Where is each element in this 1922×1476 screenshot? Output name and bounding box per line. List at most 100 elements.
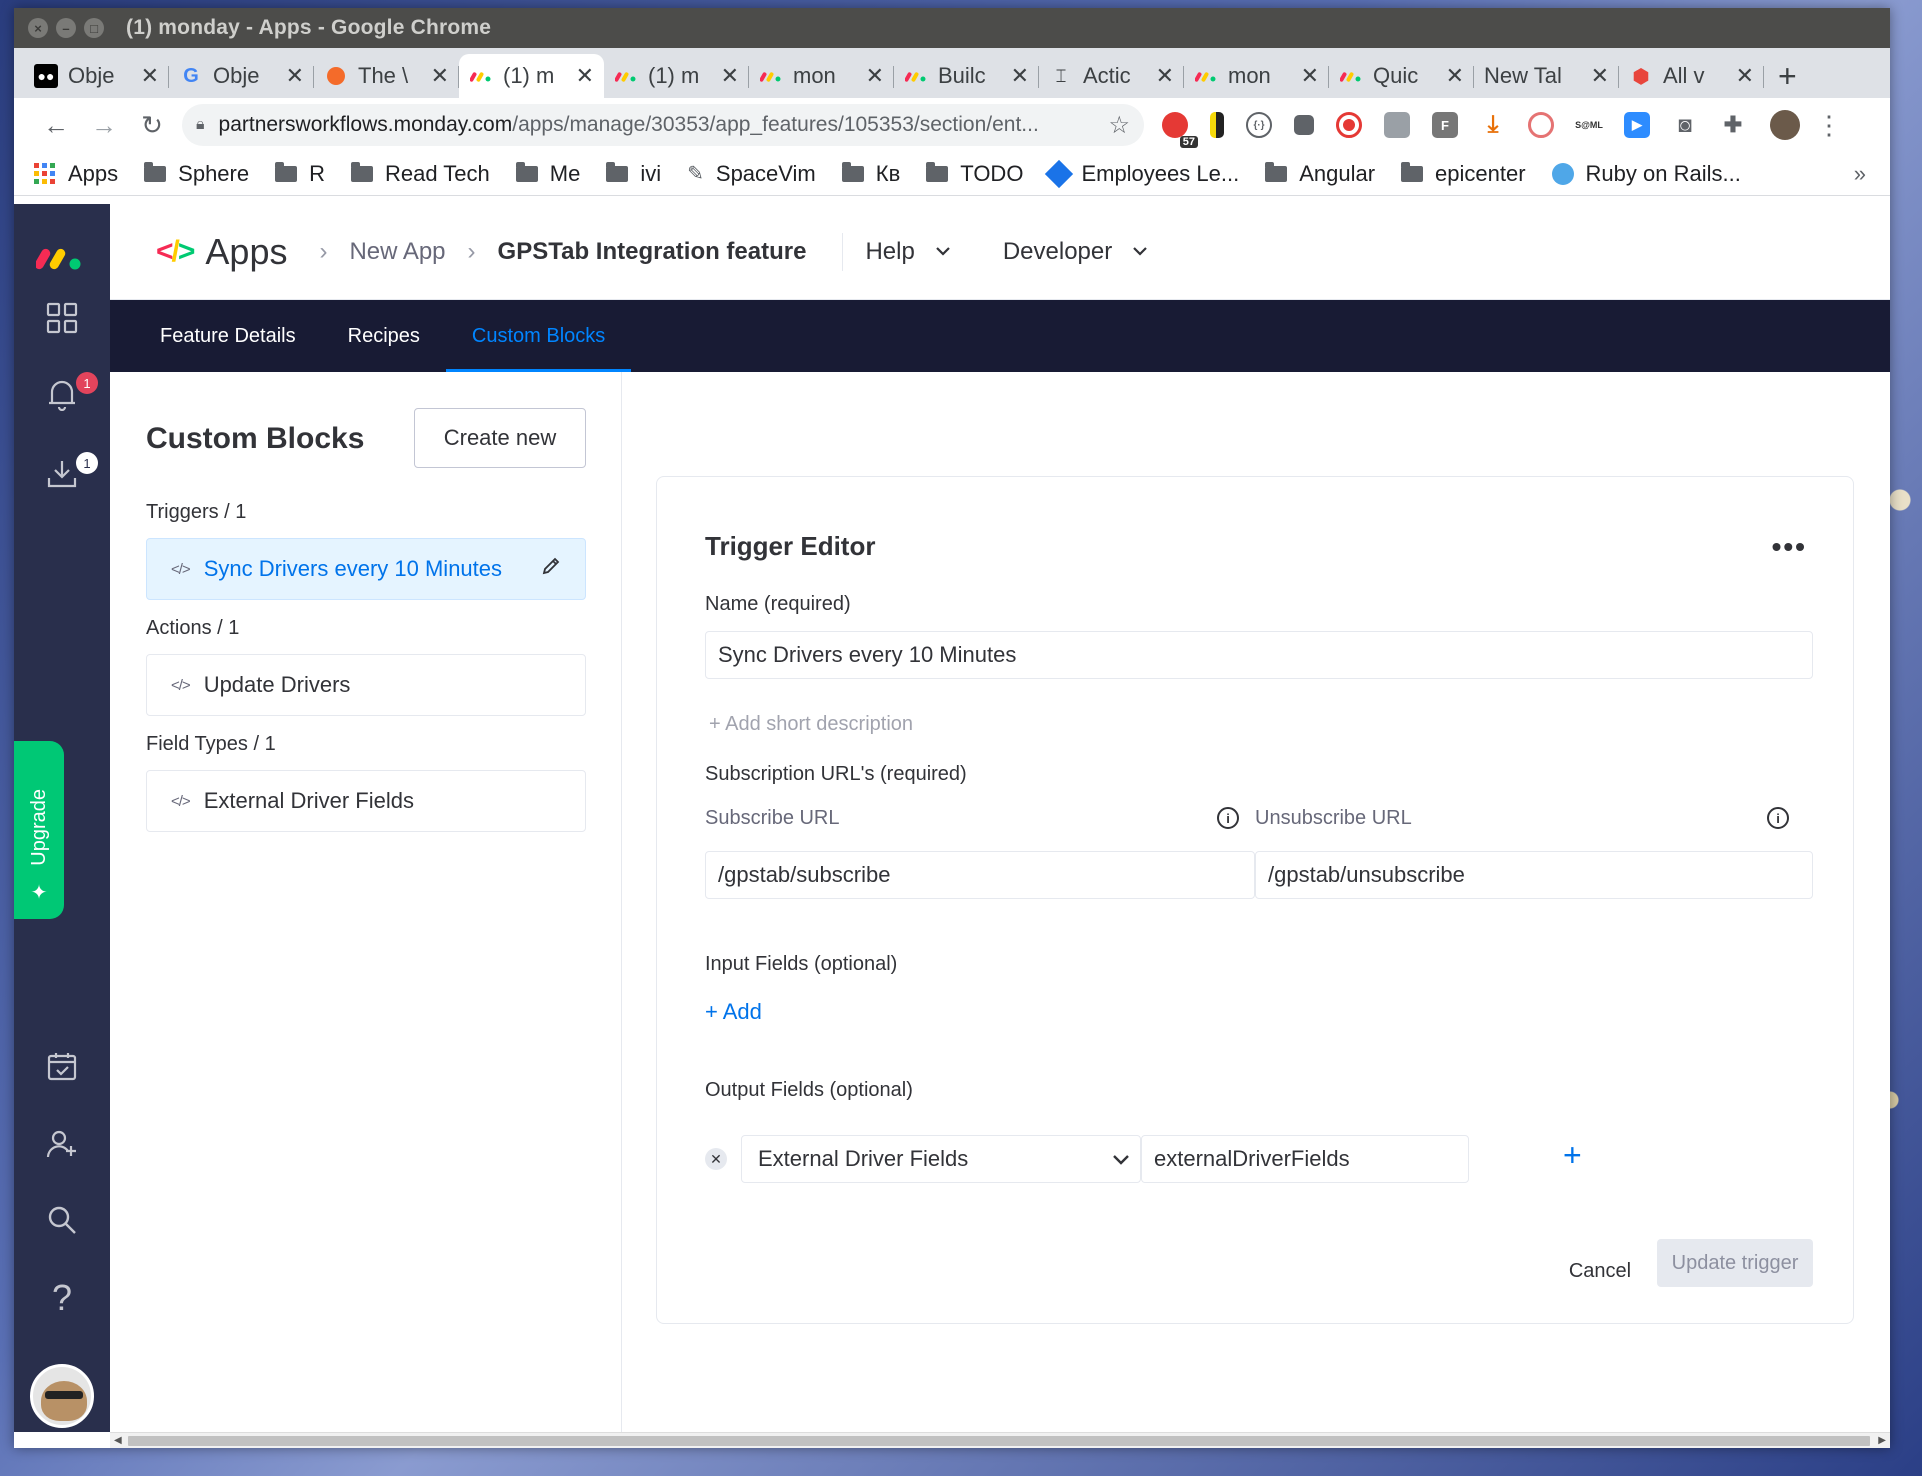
extension-target-icon[interactable] [1528, 112, 1554, 138]
close-tab-icon[interactable]: ✕ [141, 63, 159, 89]
info-icon[interactable]: i [1217, 807, 1239, 829]
output-field-type-dropdown[interactable]: External Driver Fields [741, 1135, 1141, 1183]
browser-tab[interactable]: The \ ✕ [314, 54, 459, 98]
bookmark-folder[interactable]: ivi [606, 161, 661, 187]
extension-seml-icon[interactable]: S@ML [1575, 112, 1603, 138]
scroll-right-icon[interactable]: ▶ [1878, 1433, 1886, 1448]
close-tab-icon[interactable]: ✕ [1011, 63, 1029, 89]
close-tab-icon[interactable]: ✕ [576, 63, 594, 89]
browser-tab[interactable]: ⌶ Actic ✕ [1039, 54, 1184, 98]
bookmark-ruby[interactable]: Ruby on Rails... [1551, 161, 1741, 187]
close-tab-icon[interactable]: ✕ [866, 63, 884, 89]
extension-camera-icon[interactable]: ◙ [1672, 112, 1698, 138]
action-item[interactable]: </> Update Drivers [146, 654, 586, 716]
close-tab-icon[interactable]: ✕ [431, 63, 449, 89]
close-tab-icon[interactable]: ✕ [1736, 63, 1754, 89]
pencil-edit-icon[interactable] [541, 556, 561, 582]
extension-braces-icon[interactable]: {·} [1246, 112, 1272, 138]
help-question-icon[interactable]: ? [42, 1277, 82, 1318]
bookmark-spacevim[interactable]: ✎ SpaceVim [687, 161, 816, 187]
bookmark-folder[interactable]: epicenter [1401, 161, 1526, 187]
bookmark-folder[interactable]: Read Tech [351, 161, 490, 187]
extension-zoom-icon[interactable]: ▶ [1624, 112, 1650, 138]
bookmark-folder[interactable]: TODO [926, 161, 1023, 187]
more-bookmarks-icon[interactable]: » [1854, 161, 1866, 187]
add-input-field-link[interactable]: + Add [705, 999, 762, 1025]
close-tab-icon[interactable]: ✕ [1156, 63, 1174, 89]
field-type-item[interactable]: </> External Driver Fields [146, 770, 586, 832]
breadcrumb-new-app[interactable]: New App [349, 238, 445, 266]
bookmark-employees[interactable]: Employees Le... [1045, 159, 1239, 188]
browser-tab[interactable]: G Obje ✕ [169, 54, 314, 98]
bookmark-folder[interactable]: Angular [1265, 161, 1375, 187]
extension-ghost-icon[interactable] [1384, 112, 1410, 138]
create-new-button[interactable]: Create new [414, 408, 586, 468]
browser-menu-icon[interactable]: ⋮ [1816, 110, 1842, 141]
bookmark-folder[interactable]: Sphere [144, 161, 249, 187]
extension-download-icon[interactable]: ⤓ [1480, 111, 1506, 138]
workspaces-grid-icon[interactable] [42, 298, 82, 338]
forward-icon[interactable]: → [80, 110, 128, 141]
browser-tab[interactable]: Builc ✕ [894, 54, 1039, 98]
upgrade-button[interactable]: Upgrade ✦ [14, 741, 64, 919]
help-menu[interactable]: Help [865, 238, 950, 266]
bookmark-folder[interactable]: Кв [841, 161, 900, 187]
remove-output-field-icon[interactable]: ✕ [705, 1148, 727, 1170]
tab-feature-details[interactable]: Feature Details [134, 300, 322, 372]
bookmark-apps[interactable]: Apps [34, 161, 118, 187]
developer-menu[interactable]: Developer [1003, 238, 1148, 266]
extension-f-icon[interactable]: F [1432, 112, 1458, 138]
search-icon[interactable] [42, 1200, 82, 1240]
close-window-button[interactable]: × [28, 18, 48, 38]
extension-stack-icon[interactable] [1294, 115, 1314, 135]
extension-record-icon[interactable] [1336, 112, 1362, 138]
extension-red-icon[interactable]: 57 [1162, 112, 1198, 148]
browser-tab[interactable]: mon ✕ [749, 54, 894, 98]
name-input[interactable]: Sync Drivers every 10 Minutes [705, 631, 1813, 679]
bookmark-star-icon[interactable]: ☆ [1108, 111, 1130, 140]
my-work-calendar-icon[interactable] [42, 1046, 82, 1086]
maximize-window-button[interactable]: □ [84, 18, 104, 38]
invite-user-icon[interactable] [42, 1124, 82, 1164]
horizontal-scrollbar[interactable]: ◀ ▶ [110, 1432, 1890, 1448]
trigger-item[interactable]: </> Sync Drivers every 10 Minutes [146, 538, 586, 600]
add-output-field-icon[interactable]: + [1563, 1137, 1582, 1174]
browser-tab[interactable]: (1) m ✕ [604, 54, 749, 98]
reload-icon[interactable]: ↻ [128, 110, 176, 141]
output-field-key-input[interactable]: externalDriverFields [1141, 1135, 1469, 1183]
user-avatar[interactable] [30, 1364, 94, 1428]
unsubscribe-url-input[interactable]: /gpstab/unsubscribe [1255, 851, 1813, 899]
update-trigger-button[interactable]: Update trigger [1657, 1239, 1813, 1287]
info-icon[interactable]: i [1767, 807, 1789, 829]
browser-tab[interactable]: ●● Obje ✕ [24, 54, 169, 98]
monday-logo[interactable] [36, 242, 84, 272]
extensions-puzzle-icon[interactable]: ✚ [1720, 112, 1746, 138]
close-tab-icon[interactable]: ✕ [286, 63, 304, 89]
url-field[interactable]: 🔒︎ partnersworkflows.monday.com /apps/ma… [182, 104, 1144, 146]
back-icon[interactable]: ← [32, 110, 80, 141]
minimize-window-button[interactable]: – [56, 18, 76, 38]
cancel-button[interactable]: Cancel [1555, 1249, 1645, 1293]
add-short-description-link[interactable]: + Add short description [709, 713, 913, 736]
close-tab-icon[interactable]: ✕ [1301, 63, 1319, 89]
bookmark-folder[interactable]: Me [515, 161, 580, 187]
browser-tab[interactable]: mon ✕ [1184, 54, 1329, 98]
tab-recipes[interactable]: Recipes [322, 300, 446, 372]
close-tab-icon[interactable]: ✕ [1591, 63, 1609, 89]
browser-tab[interactable]: ⬢ All v ✕ [1619, 54, 1764, 98]
close-tab-icon[interactable]: ✕ [1446, 63, 1464, 89]
apps-title[interactable]: Apps [205, 231, 287, 273]
scroll-left-icon[interactable]: ◀ [114, 1433, 122, 1448]
browser-tab[interactable]: New Tal ✕ [1474, 54, 1619, 98]
browser-tab-active[interactable]: (1) m ✕ [459, 54, 604, 98]
tab-custom-blocks[interactable]: Custom Blocks [445, 300, 632, 372]
new-tab-button[interactable]: + [1778, 54, 1797, 98]
more-options-icon[interactable]: ••• [1772, 531, 1807, 563]
close-tab-icon[interactable]: ✕ [721, 63, 739, 89]
subscribe-url-input[interactable]: /gpstab/subscribe [705, 851, 1255, 899]
extension-yellow-icon[interactable] [1210, 112, 1224, 138]
bookmark-folder[interactable]: R [275, 161, 325, 187]
profile-avatar-small[interactable] [1770, 110, 1800, 140]
browser-tab[interactable]: Quic ✕ [1329, 54, 1474, 98]
scrollbar-thumb[interactable] [128, 1436, 1870, 1446]
